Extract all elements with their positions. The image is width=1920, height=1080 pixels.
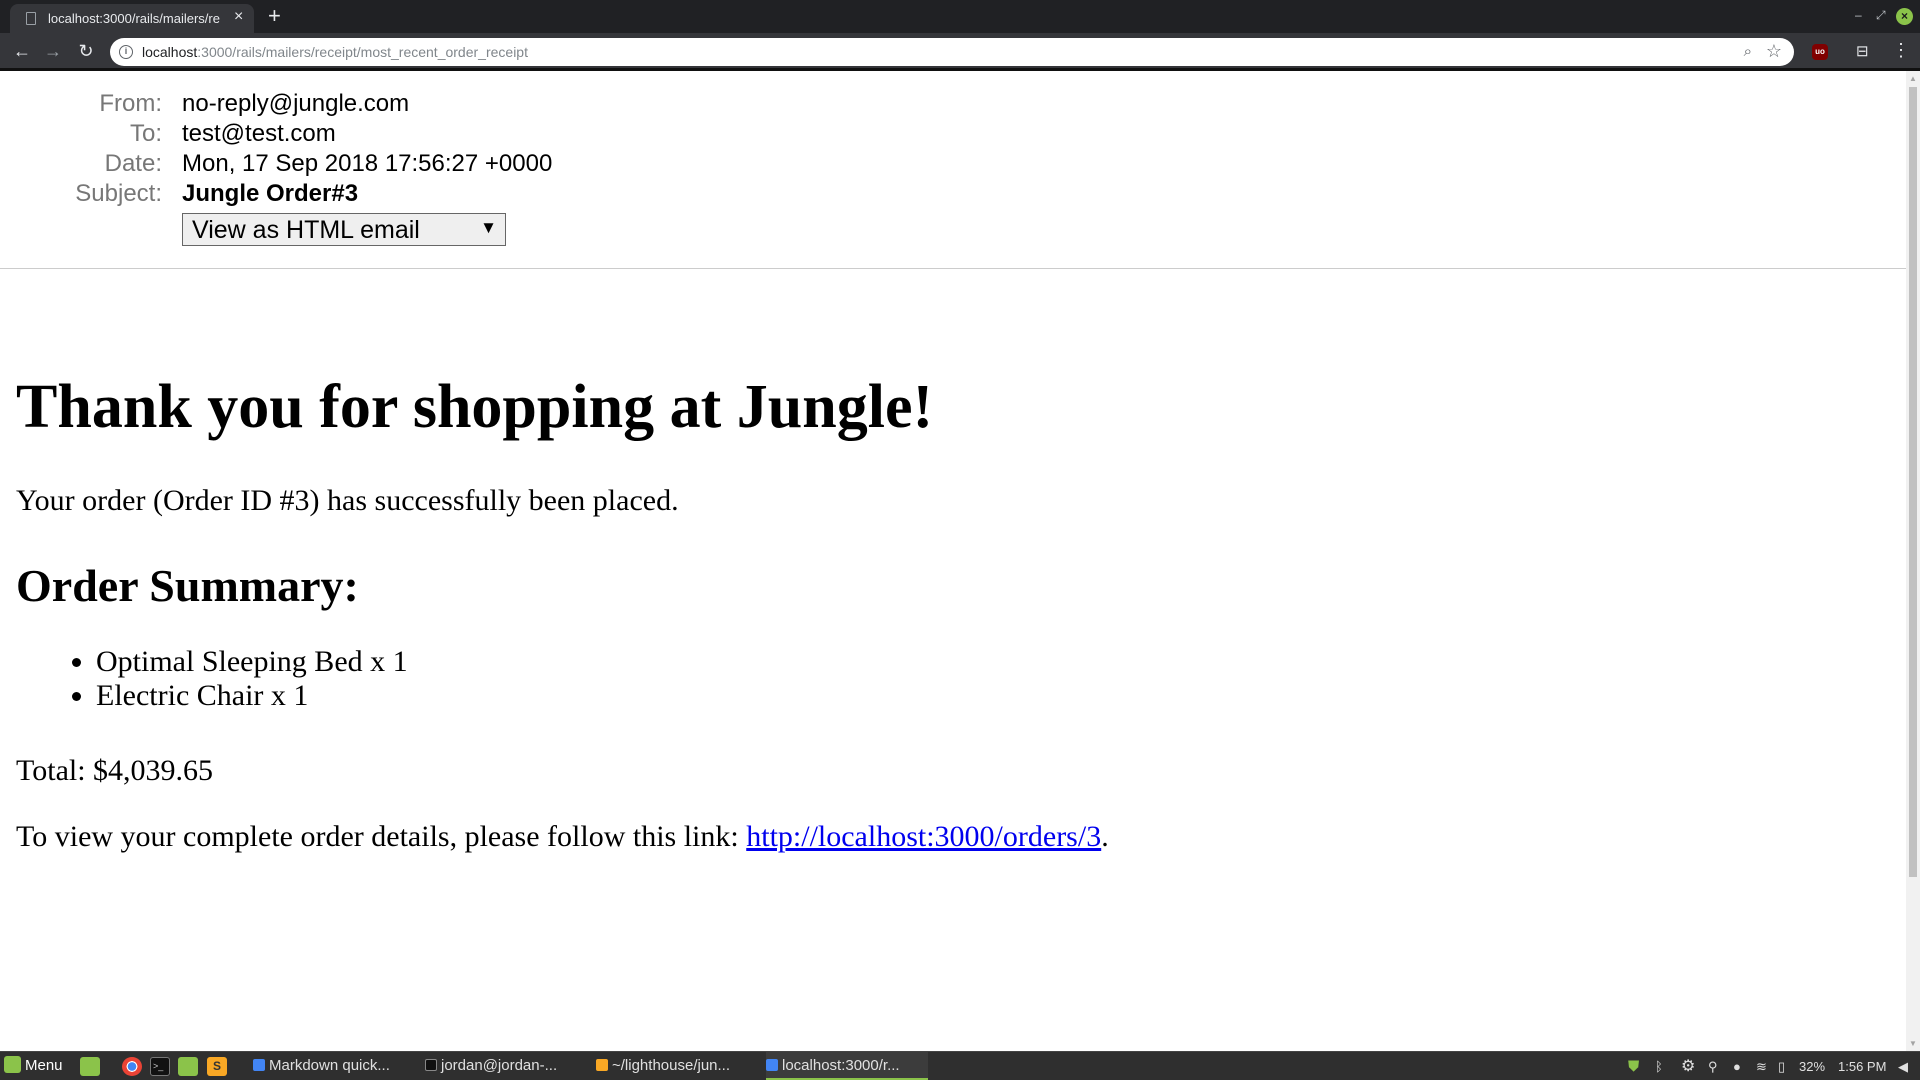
to-label: To:: [129, 120, 162, 147]
wifi-icon[interactable]: ≋: [1756, 1058, 1767, 1075]
mint-logo-icon: [4, 1056, 21, 1073]
date-label: Date:: [104, 150, 162, 177]
files-launcher-icon[interactable]: [80, 1057, 100, 1076]
chrome-icon: [253, 1059, 265, 1071]
shield-icon[interactable]: ⛊: [1628, 1058, 1639, 1075]
email-format-select[interactable]: View as HTML email ▼: [182, 213, 506, 246]
subject-label: Subject:: [75, 180, 162, 207]
maximize-icon[interactable]: ⤢: [1876, 8, 1886, 23]
date-value: Mon, 17 Sep 2018 17:56:27 +0000: [182, 150, 553, 177]
to-value: test@test.com: [182, 120, 336, 147]
forward-arrow-icon[interactable]: →: [41, 39, 65, 63]
start-menu-button[interactable]: Menu: [4, 1056, 63, 1074]
list-item: Electric Chair x 1: [96, 679, 408, 713]
taskbar-window-terminal[interactable]: jordan@jordan-...: [425, 1052, 575, 1080]
gear-icon[interactable]: ⚙: [1681, 1058, 1695, 1075]
url-path: :3000/rails/mailers/receipt/most_recent_…: [197, 44, 528, 60]
terminal-launcher-icon[interactable]: >_: [150, 1057, 170, 1076]
back-arrow-icon[interactable]: ←: [10, 39, 34, 63]
os-taskbar: Menu >_ S Markdown quick... jordan@jorda…: [0, 1051, 1920, 1080]
scrollbar-thumb[interactable]: [1909, 87, 1917, 877]
tab-title: localhost:3000/rails/mailers/re: [48, 11, 220, 26]
order-summary-heading: Order Summary:: [16, 560, 359, 611]
order-confirmation-text: Your order (Order ID #3) has successfull…: [16, 484, 679, 517]
zoom-icon[interactable]: ⌕: [1744, 43, 1752, 60]
link-suffix: .: [1101, 820, 1109, 853]
taskbar-window-browser[interactable]: localhost:3000/r...: [766, 1052, 928, 1080]
taskbar-window-sublime[interactable]: ~/lighthouse/jun...: [596, 1052, 751, 1080]
browser-tab[interactable]: localhost:3000/rails/mailers/re ×: [10, 4, 254, 33]
page-icon: [26, 12, 36, 25]
browser-toolbar: ← → ↻ i localhost:3000/rails/mailers/rec…: [0, 33, 1920, 71]
browser-menu-icon[interactable]: ⋮: [1892, 39, 1910, 61]
order-details-line: To view your complete order details, ple…: [16, 820, 1109, 854]
order-total: Total: $4,039.65: [16, 754, 214, 787]
order-details-link[interactable]: http://localhost:3000/orders/3: [746, 820, 1101, 853]
terminal-icon: [425, 1059, 437, 1071]
window-close-icon[interactable]: ×: [1896, 8, 1913, 25]
thank-you-heading: Thank you for shopping at Jungle!: [16, 373, 934, 441]
sublime-launcher-icon[interactable]: S: [207, 1057, 227, 1076]
battery-percent: 32%: [1799, 1059, 1826, 1074]
page-viewport: From: no-reply@jungle.com To: test@test.…: [0, 71, 1920, 1051]
reload-icon[interactable]: ↻: [74, 39, 98, 63]
dropdown-arrow-icon: ▼: [480, 218, 497, 237]
format-selected-value: View as HTML email: [192, 216, 420, 244]
from-value: no-reply@jungle.com: [182, 90, 410, 117]
chrome-launcher-icon[interactable]: [122, 1057, 142, 1076]
taskbar-window-markdown[interactable]: Markdown quick...: [253, 1052, 413, 1080]
list-item: Optimal Sleeping Bed x 1: [96, 645, 408, 679]
address-bar[interactable]: i localhost:3000/rails/mailers/receipt/m…: [110, 38, 1794, 66]
tab-strip: localhost:3000/rails/mailers/re × + – ⤢ …: [0, 0, 1920, 33]
link-prefix: To view your complete order details, ple…: [16, 820, 747, 853]
folder-launcher-icon[interactable]: [178, 1057, 198, 1076]
close-tab-icon[interactable]: ×: [234, 9, 243, 25]
subject-value: Jungle Order#3: [182, 180, 359, 207]
menu-label: Menu: [25, 1057, 63, 1074]
ublock-extension-icon[interactable]: uo: [1812, 44, 1828, 60]
order-items-list: Optimal Sleeping Bed x 1 Electric Chair …: [96, 645, 408, 713]
extension-icon[interactable]: ⊟: [1856, 42, 1869, 60]
task-label: localhost:3000/r...: [782, 1057, 900, 1074]
user-icon[interactable]: ●: [1733, 1058, 1741, 1075]
battery-icon[interactable]: ▯: [1778, 1058, 1785, 1075]
clock[interactable]: 1:56 PM: [1838, 1058, 1886, 1075]
volume-icon[interactable]: ◀: [1898, 1058, 1908, 1075]
scroll-down-arrow-icon[interactable]: ▼: [1909, 1039, 1917, 1048]
info-icon[interactable]: i: [119, 45, 133, 59]
new-tab-button[interactable]: +: [268, 3, 281, 29]
location-icon[interactable]: ⚲: [1708, 1058, 1718, 1075]
page-scrollbar[interactable]: ▲ ▼: [1906, 71, 1920, 1051]
task-label: Markdown quick...: [269, 1057, 390, 1074]
mailer-preview-header: From: no-reply@jungle.com To: test@test.…: [0, 71, 1906, 269]
bluetooth-icon[interactable]: ᛒ: [1655, 1058, 1663, 1075]
minimize-icon[interactable]: –: [1855, 8, 1862, 22]
url-text[interactable]: localhost:3000/rails/mailers/receipt/mos…: [142, 44, 528, 60]
bookmark-star-icon[interactable]: ☆: [1766, 41, 1782, 62]
sublime-icon: [596, 1059, 608, 1071]
task-label: jordan@jordan-...: [441, 1057, 558, 1074]
scroll-up-arrow-icon[interactable]: ▲: [1909, 74, 1917, 83]
task-label: ~/lighthouse/jun...: [612, 1057, 731, 1074]
url-host: localhost: [142, 44, 198, 60]
from-label: From:: [99, 90, 162, 117]
chrome-icon: [766, 1059, 778, 1071]
